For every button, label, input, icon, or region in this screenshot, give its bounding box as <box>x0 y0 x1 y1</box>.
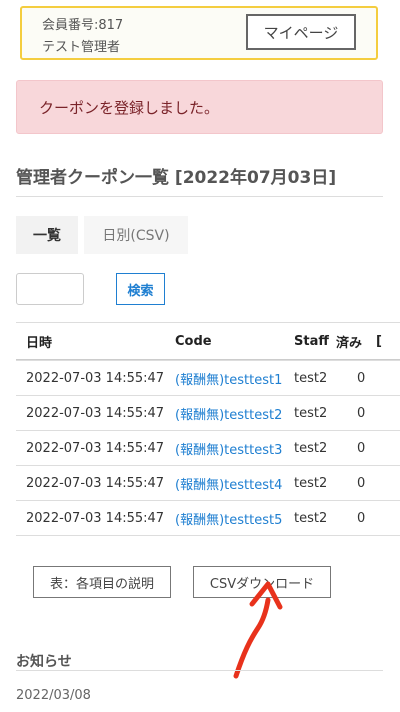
row-datetime: 2022-07-03 14:55:47 <box>26 370 165 386</box>
table-row: 2022-07-03 14:55:47 (報酬無)testtest1 test2… <box>16 360 400 395</box>
header-staff[interactable]: Staff <box>294 323 329 359</box>
row-staff: test2 <box>294 370 328 386</box>
field-description-button[interactable]: 表：各項目の説明 <box>33 566 171 598</box>
news-date: 2022/03/08 <box>16 688 91 703</box>
search-button[interactable]: 検索 <box>116 273 165 305</box>
csv-download-button[interactable]: CSVダウンロード <box>193 566 331 598</box>
table-row: 2022-07-03 14:55:47 (報酬無)testtest4 test2… <box>16 465 400 500</box>
news-divider <box>16 670 383 671</box>
tab-list[interactable]: 一覧 <box>16 216 78 254</box>
table-row: 2022-07-03 14:55:47 (報酬無)testtest2 test2… <box>16 395 400 430</box>
tab-daily-csv[interactable]: 日別(CSV) <box>84 216 188 254</box>
success-alert: クーポンを登録しました。 <box>16 80 383 134</box>
header-done[interactable]: 済み <box>336 323 362 359</box>
row-staff: test2 <box>294 440 328 456</box>
row-datetime: 2022-07-03 14:55:47 <box>26 510 165 526</box>
row-code-link[interactable]: (報酬無)testtest4 <box>175 466 282 500</box>
table-row: 2022-07-03 14:55:47 (報酬無)testtest3 test2… <box>16 430 400 465</box>
row-staff: test2 <box>294 510 328 526</box>
member-number: 会員番号:817 <box>42 18 124 33</box>
row-code-link[interactable]: (報酬無)testtest1 <box>175 361 282 395</box>
row-datetime: 2022-07-03 14:55:47 <box>26 475 165 491</box>
member-info-box: 会員番号:817 テスト管理者 マイページ <box>20 6 378 60</box>
header-code[interactable]: Code <box>175 323 212 359</box>
row-done: 0 <box>357 440 366 456</box>
row-done: 0 <box>357 510 366 526</box>
news-heading: お知らせ <box>16 654 72 670</box>
row-code-link[interactable]: (報酬無)testtest3 <box>175 431 282 465</box>
mypage-button[interactable]: マイページ <box>246 14 356 50</box>
header-truncated: [ <box>376 333 382 349</box>
header-datetime[interactable]: 日時 <box>26 323 52 359</box>
table-header-row: 日時 Code Staff 済み [ <box>16 322 400 360</box>
page-title: 管理者クーポン一覧 [2022年07月03日] <box>16 168 337 188</box>
row-code-link[interactable]: (報酬無)testtest2 <box>175 396 282 430</box>
row-staff: test2 <box>294 405 328 421</box>
row-done: 0 <box>357 475 366 491</box>
row-datetime: 2022-07-03 14:55:47 <box>26 405 165 421</box>
table-row: 2022-07-03 14:55:47 (報酬無)testtest5 test2… <box>16 500 400 536</box>
row-datetime: 2022-07-03 14:55:47 <box>26 440 165 456</box>
row-done: 0 <box>357 405 366 421</box>
row-staff: test2 <box>294 475 328 491</box>
title-divider <box>16 196 383 197</box>
coupon-table: 日時 Code Staff 済み [ 2022-07-03 14:55:47 (… <box>16 322 400 536</box>
row-done: 0 <box>357 370 366 386</box>
member-name: テスト管理者 <box>42 40 121 55</box>
row-code-link[interactable]: (報酬無)testtest5 <box>175 501 282 535</box>
search-input[interactable] <box>16 273 84 305</box>
